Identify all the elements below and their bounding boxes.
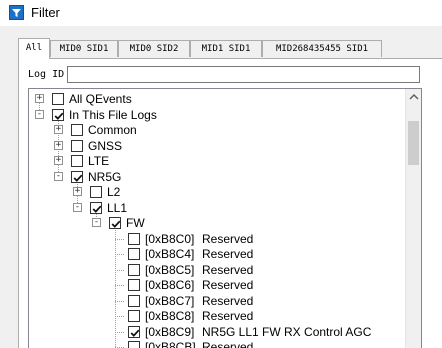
- tree-row[interactable]: [0xB8C9] NR5G LL1 FW RX Control AGC: [29, 324, 409, 340]
- log-name: Reserved: [202, 309, 254, 323]
- checked-checkbox[interactable]: [52, 108, 64, 121]
- log-name: Reserved: [202, 340, 254, 348]
- collapse-icon[interactable]: -: [73, 202, 82, 212]
- tree-row[interactable]: [0xB8CB] Reserved: [29, 339, 409, 348]
- unchecked-checkbox[interactable]: [128, 248, 140, 260]
- log-name: NR5G LL1 FW RX Control AGC: [202, 324, 372, 339]
- filter-app-icon: [9, 5, 24, 20]
- tree-row[interactable]: [0xB8C5] Reserved: [29, 262, 409, 278]
- unchecked-checkbox[interactable]: [128, 279, 140, 291]
- checked-checkbox[interactable]: [90, 201, 102, 214]
- tree-connector: [115, 254, 124, 255]
- tree-row-label: L2: [107, 185, 121, 199]
- log-tree[interactable]: + All QEvents - In This File Logs + Common + GN…: [28, 88, 422, 348]
- tree-row-label: GNSS: [88, 138, 123, 153]
- tree-connector: [115, 285, 124, 286]
- log-code: [0xB8CB]: [145, 340, 196, 348]
- log-code: [0xB8C6]: [145, 278, 195, 292]
- tree-row-label: All QEvents: [69, 92, 132, 106]
- tree-row[interactable]: + LTE: [29, 153, 409, 169]
- collapse-icon[interactable]: -: [92, 218, 101, 227]
- log-name: Reserved: [202, 278, 254, 292]
- filter-dialog: All MID0 SID1 MID0 SID2 MID1 SID1 MID268…: [0, 26, 442, 348]
- expand-icon[interactable]: +: [73, 187, 82, 196]
- log-code: [0xB8C7]: [145, 293, 195, 308]
- unchecked-checkbox[interactable]: [128, 263, 140, 276]
- tree-row[interactable]: [0xB8C6] Reserved: [29, 277, 409, 293]
- expand-icon[interactable]: +: [54, 156, 63, 165]
- tree-row-label: NR5G: [88, 169, 122, 184]
- unchecked-checkbox[interactable]: [128, 232, 140, 245]
- unchecked-checkbox[interactable]: [71, 139, 83, 152]
- tree-row[interactable]: - In This File Logs: [29, 107, 409, 123]
- tree-row-label: LTE: [88, 154, 110, 168]
- tree-connector: [115, 269, 124, 271]
- tree-row[interactable]: [0xB8C4] Reserved: [29, 246, 409, 262]
- unchecked-checkbox[interactable]: [90, 186, 102, 198]
- tree-row[interactable]: + GNSS: [29, 138, 409, 154]
- log-code: [0xB8C8]: [145, 309, 195, 323]
- tree-row[interactable]: - NR5G: [29, 169, 409, 185]
- unchecked-checkbox[interactable]: [71, 155, 83, 167]
- tree-connector: [115, 300, 124, 302]
- log-code: [0xB8C0]: [145, 231, 195, 246]
- unchecked-checkbox[interactable]: [128, 341, 140, 348]
- tab-mid1-sid1[interactable]: MID1 SID1: [190, 40, 262, 57]
- collapse-icon[interactable]: -: [54, 171, 63, 181]
- log-id-label: Log ID: [28, 69, 65, 80]
- expand-icon[interactable]: +: [35, 94, 44, 103]
- log-code: [0xB8C4]: [145, 247, 195, 261]
- tree-row[interactable]: + All QEvents: [29, 91, 409, 107]
- checked-checkbox[interactable]: [71, 170, 83, 183]
- tree-row[interactable]: [0xB8C7] Reserved: [29, 293, 409, 309]
- tree-row[interactable]: + L2: [29, 184, 409, 200]
- tab-mid0-sid2[interactable]: MID0 SID2: [118, 40, 190, 57]
- tree-row[interactable]: [0xB8C0] Reserved: [29, 231, 409, 247]
- tree-connector: [115, 316, 124, 317]
- log-id-input[interactable]: [67, 66, 420, 83]
- window-title: Filter: [31, 5, 60, 20]
- unchecked-checkbox[interactable]: [128, 310, 140, 322]
- tab-mid268435455-sid1[interactable]: MID268435455 SID1: [262, 40, 382, 57]
- expand-icon[interactable]: +: [54, 140, 63, 150]
- tab-all[interactable]: All: [18, 38, 50, 59]
- tab-mid0-sid1[interactable]: MID0 SID1: [50, 40, 118, 57]
- log-code: [0xB8C5]: [145, 262, 195, 277]
- scroll-thumb[interactable]: [408, 121, 419, 165]
- checked-checkbox[interactable]: [128, 325, 140, 338]
- tree-connector: [115, 238, 124, 240]
- tree-row-label: FW: [126, 216, 145, 230]
- unchecked-checkbox[interactable]: [71, 124, 83, 136]
- log-name: Reserved: [202, 231, 254, 246]
- tree-connector: [115, 331, 124, 333]
- log-name: Reserved: [202, 293, 254, 308]
- log-name: Reserved: [202, 262, 254, 277]
- tree-row-label: Common: [88, 123, 137, 137]
- tree-row[interactable]: - FW: [29, 215, 409, 231]
- tree-row[interactable]: [0xB8C8] Reserved: [29, 308, 409, 324]
- title-bar: Filter: [0, 0, 442, 26]
- tree-row[interactable]: - LL1: [29, 200, 409, 216]
- checked-checkbox[interactable]: [109, 217, 121, 229]
- unchecked-checkbox[interactable]: [128, 294, 140, 307]
- tree-row-label: In This File Logs: [69, 107, 157, 122]
- expand-icon[interactable]: +: [54, 125, 63, 134]
- log-code: [0xB8C9]: [145, 324, 195, 339]
- unchecked-checkbox[interactable]: [52, 93, 64, 105]
- collapse-icon[interactable]: -: [35, 109, 44, 119]
- tree-row[interactable]: + Common: [29, 122, 409, 138]
- log-name: Reserved: [202, 247, 254, 261]
- tree-row-label: LL1: [107, 200, 128, 215]
